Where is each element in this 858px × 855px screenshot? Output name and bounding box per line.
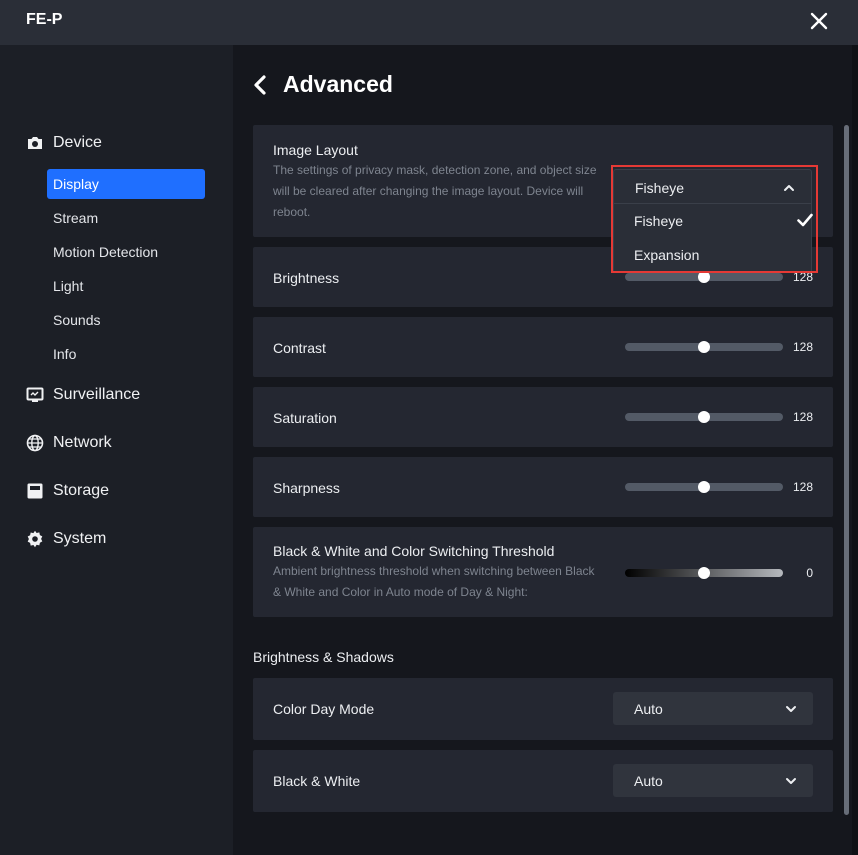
sidebar-item-display[interactable]: Display xyxy=(47,169,205,199)
back-button[interactable] xyxy=(253,73,273,97)
contrast-slider[interactable] xyxy=(625,341,783,353)
black-white-select[interactable]: Auto xyxy=(613,764,813,797)
sidebar-item-light[interactable]: Light xyxy=(47,271,205,301)
sidebar-item-motion-detection[interactable]: Motion Detection xyxy=(47,237,205,267)
image-layout-label: Image Layout xyxy=(273,142,358,158)
saturation-card: Saturation 128 xyxy=(253,387,833,447)
threshold-label: Black & White and Color Switching Thresh… xyxy=(273,543,555,559)
dropdown-option-fisheye[interactable]: Fisheye xyxy=(634,213,813,233)
slider-knob[interactable] xyxy=(698,341,711,353)
monitor-icon xyxy=(26,386,44,404)
image-layout-select[interactable]: Fisheye xyxy=(613,169,812,204)
chevron-up-icon xyxy=(784,185,794,191)
brightness-label: Brightness xyxy=(273,270,340,286)
saturation-label: Saturation xyxy=(273,410,337,426)
section-title: Brightness & Shadows xyxy=(253,649,394,665)
nav-group-surveillance[interactable]: Surveillance xyxy=(26,386,140,404)
sharpness-label: Sharpness xyxy=(273,480,340,496)
contrast-value: 128 xyxy=(792,340,813,354)
title-bar: FE-P xyxy=(0,0,858,45)
sharpness-value: 128 xyxy=(792,480,813,494)
page-header: Advanced xyxy=(253,71,393,98)
nav-group-label: Surveillance xyxy=(53,386,141,403)
sidebar-item-info[interactable]: Info xyxy=(47,339,205,369)
threshold-card: Black & White and Color Switching Thresh… xyxy=(253,527,833,617)
close-icon xyxy=(810,12,828,30)
saturation-slider[interactable] xyxy=(625,411,783,423)
color-day-mode-card: Color Day Mode Auto xyxy=(253,678,833,740)
nav-group-label: Device xyxy=(53,134,102,151)
color-day-mode-select[interactable]: Auto xyxy=(613,692,813,725)
camera-icon xyxy=(26,134,44,152)
globe-icon xyxy=(26,434,44,452)
checkmark-icon xyxy=(797,213,813,227)
slider-knob[interactable] xyxy=(698,567,710,579)
sharpness-slider[interactable] xyxy=(625,481,783,493)
storage-icon xyxy=(26,482,44,500)
slider-knob[interactable] xyxy=(698,271,711,283)
threshold-value: 0 xyxy=(806,566,813,580)
option-label: Expansion xyxy=(634,247,700,263)
image-layout-description: The settings of privacy mask, detection … xyxy=(273,163,597,219)
nav-group-label: System xyxy=(53,530,107,547)
nav-group-network[interactable]: Network xyxy=(26,434,112,452)
threshold-description: Ambient brightness threshold when switch… xyxy=(273,564,595,599)
nav-group-device[interactable]: Device xyxy=(26,134,102,152)
nav-group-label: Network xyxy=(53,434,112,451)
window-edge xyxy=(852,45,858,855)
black-white-card: Black & White Auto xyxy=(253,750,833,812)
page-title: Advanced xyxy=(283,71,393,97)
sidebar-item-sounds[interactable]: Sounds xyxy=(47,305,205,335)
slider-knob[interactable] xyxy=(698,411,711,423)
select-value: Auto xyxy=(634,701,663,717)
chevron-down-icon xyxy=(786,778,796,784)
nav-group-label: Storage xyxy=(53,482,110,499)
sidebar-item-stream[interactable]: Stream xyxy=(47,203,205,233)
app-title: FE-P xyxy=(26,11,63,28)
image-layout-dropdown: Fisheye Expansion xyxy=(613,204,813,272)
close-button[interactable] xyxy=(806,8,832,34)
saturation-value: 128 xyxy=(792,410,813,424)
dropdown-option-expansion[interactable]: Expansion xyxy=(634,247,699,263)
black-white-label: Black & White xyxy=(273,773,361,789)
sidebar: Device Display Stream Motion Detection L… xyxy=(0,45,233,855)
chevron-down-icon xyxy=(786,706,796,712)
option-label: Fisheye xyxy=(634,213,684,229)
color-day-mode-label: Color Day Mode xyxy=(273,701,375,717)
sharpness-card: Sharpness 128 xyxy=(253,457,833,517)
contrast-label: Contrast xyxy=(273,340,326,356)
brightness-value: 128 xyxy=(792,270,813,284)
select-value: Auto xyxy=(634,773,663,789)
nav-group-storage[interactable]: Storage xyxy=(26,482,109,500)
brightness-slider[interactable] xyxy=(625,271,783,283)
contrast-card: Contrast 128 xyxy=(253,317,833,377)
nav-group-system[interactable]: System xyxy=(26,530,106,548)
threshold-slider[interactable] xyxy=(625,567,783,579)
slider-knob[interactable] xyxy=(698,481,711,493)
gear-icon xyxy=(26,530,44,548)
scrollbar[interactable] xyxy=(844,125,849,815)
chevron-left-icon xyxy=(254,74,266,95)
main-panel: Advanced Image Layout The settings of pr… xyxy=(233,45,858,855)
select-value: Fisheye xyxy=(635,180,685,196)
